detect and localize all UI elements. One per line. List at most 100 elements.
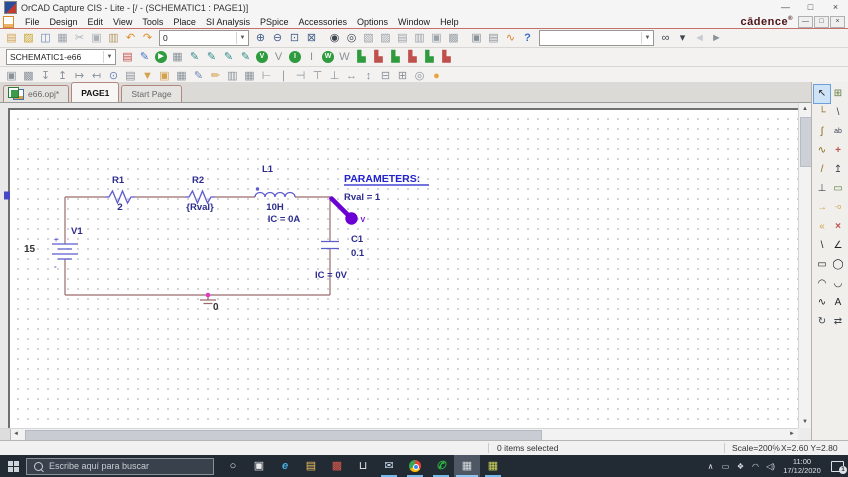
place-bezier-tool[interactable]: ∿	[814, 294, 830, 312]
mdi-minimize-button[interactable]: —	[798, 16, 813, 28]
place-wire-tool[interactable]: └	[814, 104, 830, 122]
help-button[interactable]: ?	[519, 31, 536, 46]
v1-value-label[interactable]: 15	[24, 244, 36, 255]
place-bus-tool[interactable]: ∿	[814, 142, 830, 160]
edge-icon[interactable]: e	[272, 455, 298, 477]
zoom-level-combo[interactable]: 0 ▼	[159, 30, 249, 46]
l1-ic-label[interactable]: IC = 0A	[268, 214, 301, 225]
place-text-tool[interactable]: A	[830, 294, 846, 312]
file-explorer-icon[interactable]: ▤	[298, 455, 324, 477]
scroll-down-button[interactable]: ▼	[799, 416, 811, 428]
plot-voltage-selected-button[interactable]: ▙	[370, 50, 387, 65]
copy-button[interactable]: ▣	[88, 31, 105, 46]
mail-icon[interactable]: ✉	[376, 455, 402, 477]
zoom-out-button[interactable]: ⊖	[269, 31, 286, 46]
task-view-icon[interactable]: ▣	[246, 455, 272, 477]
simulation-profile-combo[interactable]: SCHEMATIC1-e66 ▼	[6, 49, 116, 65]
menu-window[interactable]: Window	[393, 17, 435, 27]
place-arc-tool[interactable]: ◠	[814, 275, 830, 293]
view-simulation-results-button[interactable]: ▦	[169, 50, 186, 65]
scroll-left-button[interactable]: ◄	[10, 429, 22, 440]
hierarchy-down-button[interactable]: ▨	[377, 31, 394, 46]
place-auto-bus-tool[interactable]: ∫	[814, 123, 830, 141]
gift-app-icon[interactable]: ▩	[324, 455, 350, 477]
place-port-tool[interactable]: →	[814, 199, 830, 217]
maximize-button[interactable]: □	[798, 0, 823, 15]
current-marker-button[interactable]: ✎	[220, 50, 237, 65]
volume-icon[interactable]: ◁)	[763, 462, 778, 471]
cut-button[interactable]: ✂	[71, 31, 88, 46]
c1-ref-label[interactable]: C1	[351, 234, 364, 245]
zoom-all-button[interactable]: ⊠	[303, 31, 320, 46]
place-part-tool[interactable]: ⊞	[830, 85, 846, 103]
menu-edit[interactable]: Edit	[83, 17, 109, 27]
mdi-close-button[interactable]: ×	[830, 16, 845, 28]
v1-ref-label[interactable]: V1	[71, 226, 83, 237]
search-combo[interactable]: ▼	[539, 30, 654, 46]
scroll-right-button[interactable]: ►	[786, 429, 798, 440]
plot-power-selected-button[interactable]: ▙	[438, 50, 455, 65]
schematic-viewport[interactable]: R1 2 R2 {Rval} L1 10H IC = 0A V1 15 + - …	[0, 103, 798, 428]
print-button[interactable]: ▦	[54, 31, 71, 46]
r2-ref-label[interactable]: R2	[192, 175, 204, 186]
place-ground-tool[interactable]: ⊥	[814, 180, 830, 198]
parameters-title[interactable]: PARAMETERS:	[344, 173, 420, 185]
paste-button[interactable]: ▥	[105, 31, 122, 46]
current-bias-button[interactable]: I	[289, 51, 301, 63]
drc-check-button[interactable]: ▩	[445, 31, 462, 46]
edit-simulation-profile-button[interactable]: ✎	[136, 50, 153, 65]
menu-place[interactable]: Place	[168, 17, 201, 27]
open-document-button[interactable]: ▨	[20, 31, 37, 46]
find-button[interactable]: ∞	[657, 31, 674, 46]
source-v1-symbol[interactable]	[52, 244, 78, 259]
nav-back-button[interactable]: ◄	[691, 31, 708, 46]
redo-button[interactable]: ↷	[139, 31, 156, 46]
rotate-tool[interactable]: ↻	[814, 313, 830, 331]
zoom-in-button[interactable]: ⊕	[252, 31, 269, 46]
r1-ref-label[interactable]: R1	[112, 175, 125, 186]
signal-probe-button[interactable]: ∿	[502, 31, 519, 46]
place-no-connect-tool[interactable]: ×	[830, 218, 846, 236]
cortana-icon[interactable]: ○	[220, 455, 246, 477]
place-polyline-tool[interactable]: ∠	[830, 237, 846, 255]
power-bias-button[interactable]: W	[322, 51, 334, 63]
menu-options[interactable]: Options	[352, 17, 393, 27]
place-off-page-connector-tool[interactable]: «	[814, 218, 830, 236]
ground-junction-dot[interactable]	[206, 293, 211, 298]
taskbar-clock[interactable]: 11:00 17/12/2020	[778, 457, 826, 475]
battery-icon[interactable]: ▭	[718, 462, 733, 471]
place-hierarchical-block-tool[interactable]: ▭	[830, 180, 846, 198]
minimize-button[interactable]: —	[773, 0, 798, 15]
capacitor-c1-symbol[interactable]	[321, 242, 339, 249]
design-cache-button[interactable]: ▥	[411, 31, 428, 46]
menu-pspice[interactable]: PSpice	[255, 17, 294, 27]
vertical-scrollbar[interactable]: ▲ ▼	[798, 103, 811, 428]
chrome-icon[interactable]	[402, 455, 428, 477]
scroll-up-button[interactable]: ▲	[799, 103, 811, 115]
hierarchy-up-button[interactable]: ▧	[360, 31, 377, 46]
r1-value-label[interactable]: 2	[117, 202, 122, 213]
menu-file[interactable]: File	[20, 17, 45, 27]
place-power-tool[interactable]: ↥	[830, 161, 846, 179]
voltage-level-marker-button[interactable]: ✎	[186, 50, 203, 65]
place-rectangle-tool[interactable]: ▭	[814, 256, 830, 274]
toggle-power-bias-button[interactable]: W	[336, 50, 353, 65]
save-document-button[interactable]: ◫	[37, 31, 54, 46]
toggle-voltage-bias-button[interactable]: V	[270, 50, 287, 65]
network-icon[interactable]: ◠	[748, 462, 763, 471]
l1-value-label[interactable]: 10H	[266, 202, 284, 213]
place-net-alias-tool[interactable]: ab	[830, 123, 846, 141]
nav-forward-button[interactable]: ►	[708, 31, 725, 46]
new-document-button[interactable]: ▤	[3, 31, 20, 46]
ground-label[interactable]: 0	[213, 302, 219, 313]
find-options-button[interactable]: ▾	[674, 31, 691, 46]
place-auto-wire-tool[interactable]: \	[830, 104, 846, 122]
menu-view[interactable]: View	[108, 17, 137, 27]
menu-si-analysis[interactable]: SI Analysis	[201, 17, 255, 27]
microsoft-store-icon[interactable]: ⊔	[350, 455, 376, 477]
voltage-differential-marker-button[interactable]: ✎	[203, 50, 220, 65]
menu-design[interactable]: Design	[45, 17, 83, 27]
start-button[interactable]	[0, 455, 26, 477]
place-ellipse-tool[interactable]: ◯	[830, 256, 846, 274]
parameters-rval-label[interactable]: Rval = 1	[344, 192, 381, 203]
